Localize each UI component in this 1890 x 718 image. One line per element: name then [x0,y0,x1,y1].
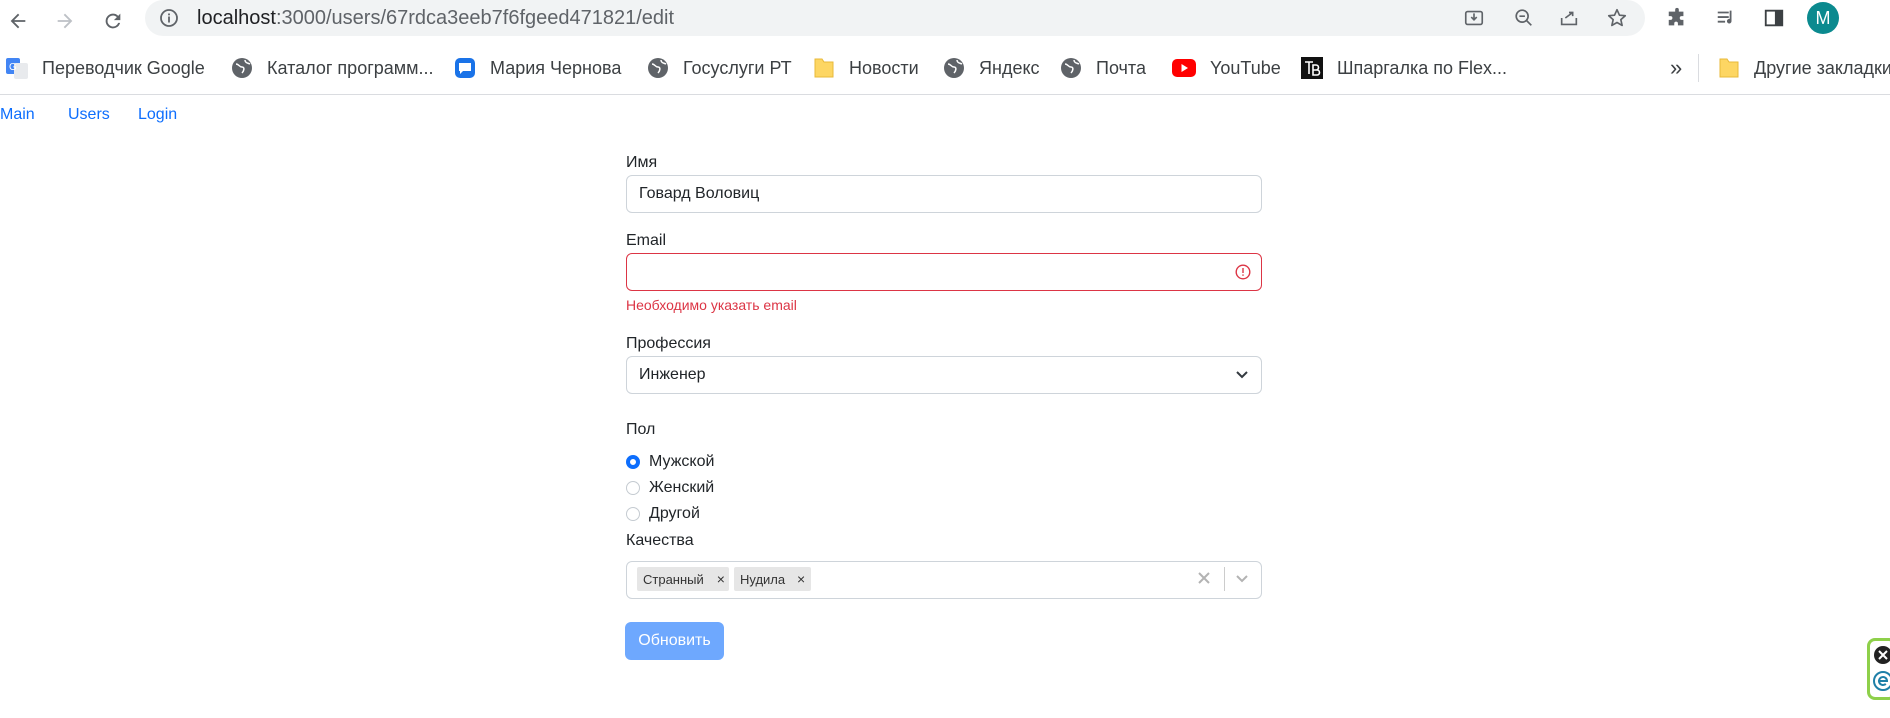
name-input[interactable]: Говард Воловиц [626,175,1262,213]
back-button[interactable] [1,4,35,38]
bookmark-label: Мария Чернова [490,57,622,78]
chip-remove-icon[interactable]: × [714,571,728,587]
bookmark-news-folder[interactable]: Новости [813,56,919,80]
reload-icon [105,13,121,29]
radio-checked-icon[interactable] [626,455,640,469]
nav-link-main[interactable]: Main [0,106,35,124]
globe-icon [647,57,669,79]
tb-icon [1301,57,1323,79]
profession-select[interactable]: Инженер [626,356,1262,394]
bookmark-label: Госуслуги РТ [683,57,792,78]
globe-icon [1060,57,1082,79]
floating-extension-widget[interactable] [1867,638,1890,700]
media-icon[interactable] [1714,6,1738,30]
nav-link-login[interactable]: Login [138,106,177,124]
email-label: Email [626,232,667,249]
quality-chip-label: Нудила [740,571,786,587]
bookmark-catalog[interactable]: Каталог программ... [231,56,434,80]
address-bar[interactable]: localhost:3000/users/67rdca3eeb7f6fgeed4… [145,0,1645,36]
bookmark-label: Яндекс [979,57,1040,78]
url-host: localhost [197,7,276,29]
chevron-down-icon[interactable] [1235,574,1249,584]
zoom-icon[interactable] [1512,6,1536,30]
quality-chip: Странный × [637,567,729,591]
email-error-message: Необходимо указать email [626,297,797,313]
bookmark-label: Другие закладки [1754,57,1890,78]
bookmark-star-icon[interactable] [1605,6,1629,30]
sex-label: Пол [626,421,656,438]
arrow-right-icon [57,13,73,29]
bookmark-maria[interactable]: Мария Чернова [454,56,621,80]
sex-option-female[interactable]: Женский [626,477,714,499]
bookmark-youtube[interactable]: YouTube [1172,56,1281,80]
install-app-icon[interactable] [1462,6,1486,30]
chat-icon [454,57,476,79]
extensions-icon[interactable] [1665,6,1689,30]
bookmark-yandex[interactable]: Яндекс [943,56,1040,80]
sex-option-other[interactable]: Другой [626,503,700,525]
profile-avatar[interactable]: M [1807,2,1839,34]
nav-link-users[interactable]: Users [68,106,110,124]
bookmarks-overflow-button[interactable]: » [1670,55,1682,80]
globe-icon [231,57,253,79]
google-translate-icon: G [6,57,28,79]
bookmark-gosuslugi[interactable]: Госуслуги РТ [647,56,792,80]
forward-button[interactable] [48,4,82,38]
reload-button[interactable] [96,4,130,38]
error-icon [1235,264,1251,280]
browser-toolbar: localhost:3000/users/67rdca3eeb7f6fgeed4… [0,0,1890,48]
bookmark-label: Новости [849,57,919,78]
radio-unchecked-icon[interactable] [626,481,640,495]
sex-option-label: Мужской [649,453,715,470]
bookmark-label: Переводчик Google [42,57,205,78]
sex-option-male[interactable]: Мужской [626,451,714,473]
folder-icon [1718,57,1740,79]
side-panel-icon[interactable] [1762,6,1786,30]
quality-chip: Нудила × [734,567,811,591]
chevron-down-icon [1236,371,1248,379]
share-icon[interactable] [1557,6,1581,30]
bookmark-google-translate[interactable]: G Переводчик Google [6,56,205,80]
close-icon[interactable] [1873,645,1890,665]
clear-all-icon[interactable] [1197,571,1211,585]
email-input[interactable] [626,253,1262,291]
bookmark-label: Почта [1096,57,1146,78]
other-bookmarks-folder[interactable]: Другие закладки [1718,56,1890,80]
profession-label: Профессия [626,335,711,352]
bookmark-mail[interactable]: Почта [1060,56,1146,80]
update-button[interactable]: Обновить [625,622,724,660]
svg-text:G: G [9,62,17,73]
extension-logo-icon [1873,671,1890,691]
chip-remove-icon[interactable]: × [794,571,808,587]
name-label: Имя [626,154,658,171]
sex-option-label: Женский [649,479,715,496]
quality-chip-label: Странный [643,571,704,587]
qualities-label: Качества [626,532,694,549]
bookmark-label: Каталог программ... [267,57,434,78]
url-path: :3000/users/67rdca3eeb7f6fgeed471821/edi… [275,7,675,29]
sex-option-label: Другой [649,505,700,522]
profession-selected-value: Инженер [639,366,706,383]
bookmarks-separator [1698,54,1699,82]
bookmark-flex-cheatsheet[interactable]: Шпаргалка по Flex... [1301,56,1507,80]
arrow-left-icon [10,13,26,29]
folder-icon [813,57,835,79]
bookmarks-bar: G Переводчик Google Каталог программ... … [0,48,1890,95]
multiselect-divider [1224,567,1225,591]
url-text: localhost:3000/users/67rdca3eeb7f6fgeed4… [197,6,674,30]
bookmark-label: Шпаргалка по Flex... [1337,57,1507,78]
radio-unchecked-icon[interactable] [626,507,640,521]
bookmark-label: YouTube [1210,57,1281,78]
globe-icon [943,57,965,79]
youtube-icon [1172,57,1196,79]
site-info-icon[interactable] [159,8,179,28]
